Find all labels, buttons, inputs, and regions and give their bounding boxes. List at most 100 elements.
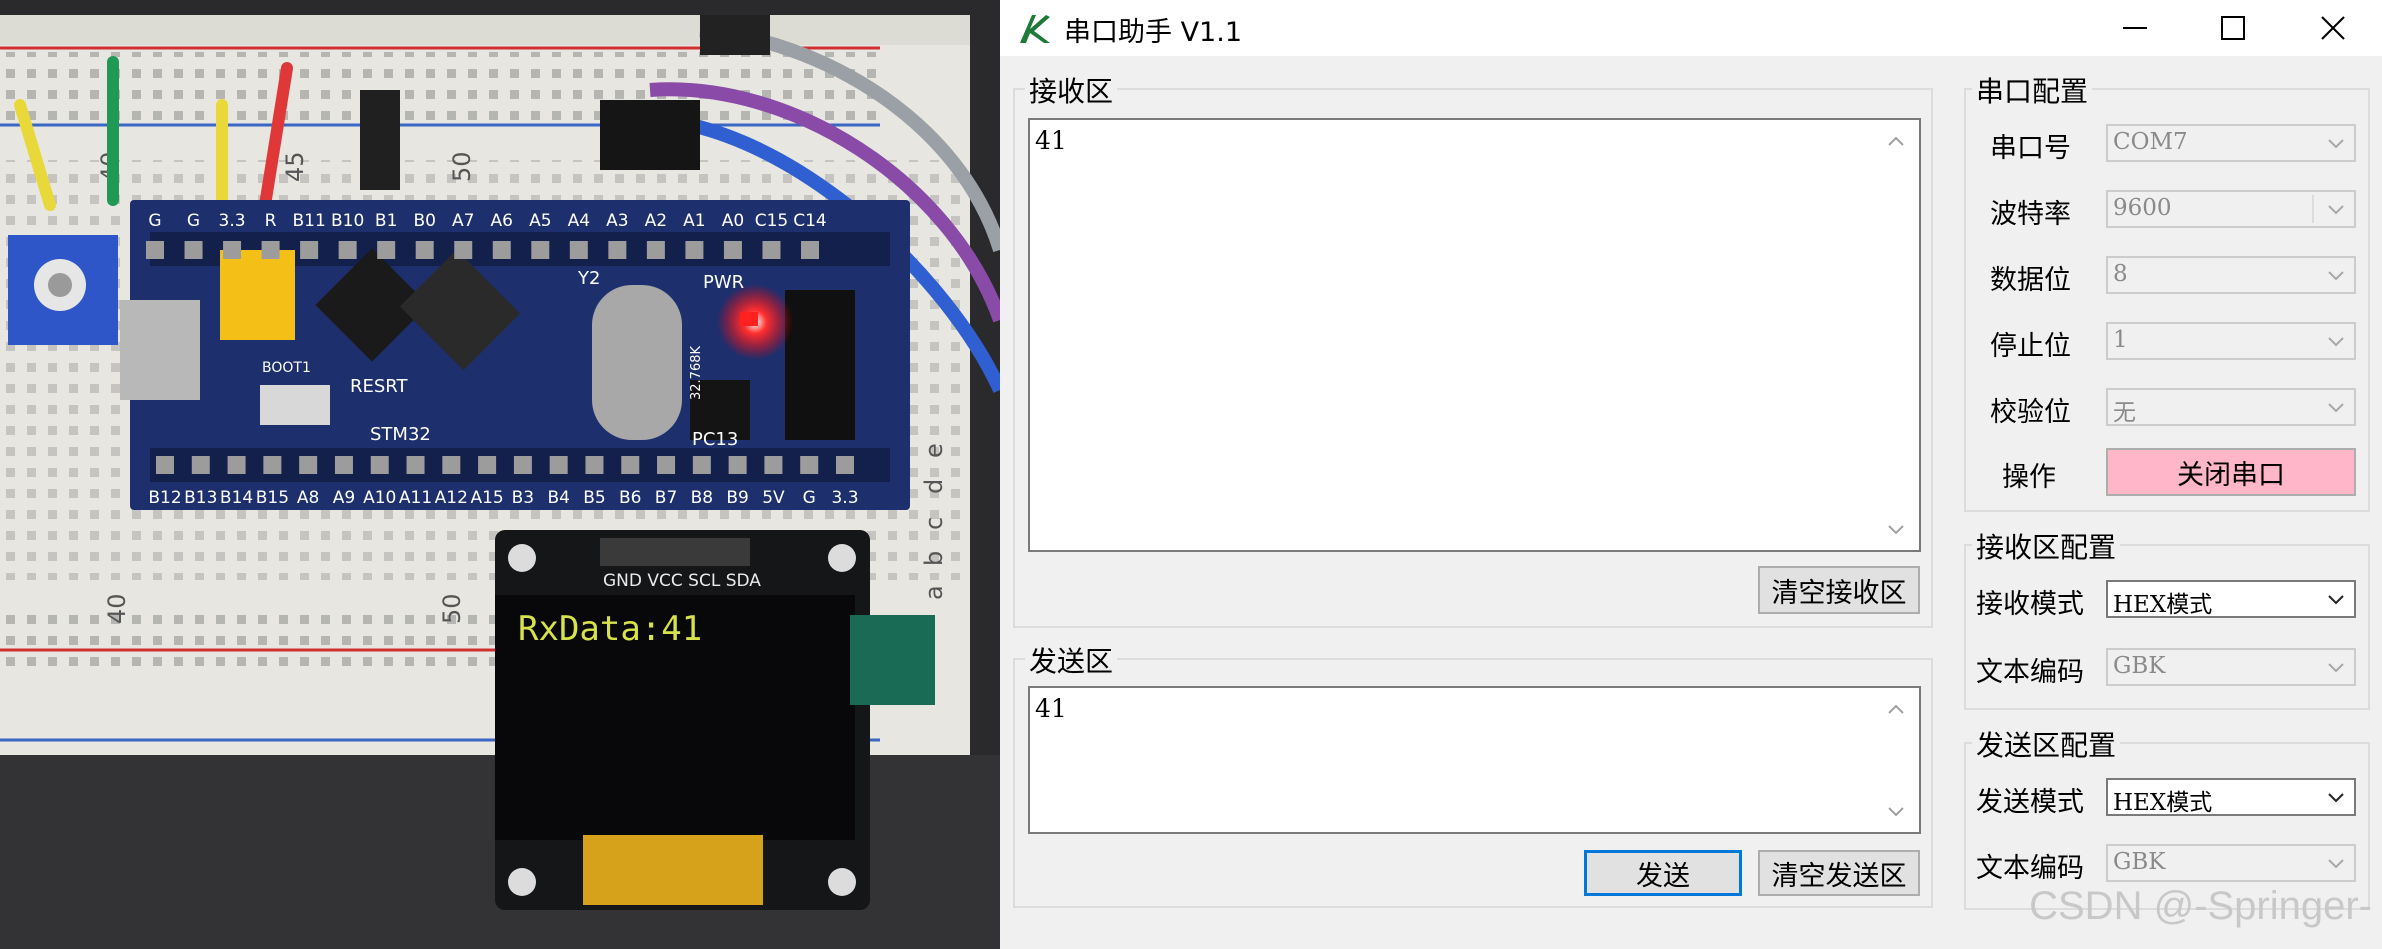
receive-textarea[interactable]: 41: [1028, 118, 1921, 552]
board-label-pwr: PWR: [703, 272, 744, 293]
breadboard-number-40-bottom: 40: [103, 593, 131, 624]
bottom-header-pin: [585, 456, 604, 474]
scroll-down-icon[interactable]: [1885, 518, 1907, 540]
scroll-up-icon[interactable]: [1885, 130, 1907, 152]
top-header-label: A6: [491, 211, 513, 231]
databits-label: 数据位: [1990, 265, 2071, 296]
close-port-button[interactable]: 关闭串口: [2106, 448, 2356, 496]
minimize-button[interactable]: [2085, 0, 2185, 56]
send-button[interactable]: 发送: [1584, 850, 1742, 896]
top-header-label: G: [187, 211, 200, 231]
top-header-pin: [184, 241, 203, 259]
baud-select[interactable]: 9600: [2106, 190, 2356, 228]
top-header-label: R: [265, 211, 277, 231]
bottom-header-label: A15: [470, 488, 503, 508]
bottom-header-pin: [692, 456, 711, 474]
top-header-pin: [685, 241, 704, 259]
bottom-header-label: A12: [435, 488, 468, 508]
bottom-header-pin: [621, 456, 640, 474]
bottom-header-pin: [406, 456, 425, 474]
chevron-down-icon: [2328, 595, 2344, 605]
tx-mode-select[interactable]: HEX模式: [2106, 778, 2356, 816]
bottom-header-label: A9: [333, 488, 355, 508]
combo-separator: [2312, 195, 2314, 223]
port-select[interactable]: COM7: [2106, 124, 2356, 162]
title-bar[interactable]: 串口助手 V1.1: [1000, 0, 2382, 56]
top-header-label: C14: [793, 211, 827, 231]
port-label: 串口号: [1990, 133, 2071, 164]
top-header-pin: [492, 241, 511, 259]
bottom-header-label: A11: [399, 488, 432, 508]
breadboard-number-50-top: 50: [448, 151, 476, 182]
parity-select[interactable]: 无: [2106, 388, 2356, 426]
parity-label: 校验位: [1990, 397, 2071, 428]
bottom-header-pin: [191, 456, 210, 474]
receive-content: 41: [1035, 126, 1067, 155]
close-button[interactable]: [2283, 0, 2382, 56]
bottom-header-pin: [370, 456, 389, 474]
top-header-label: A4: [568, 211, 590, 231]
databits-select[interactable]: 8: [2106, 256, 2356, 294]
rx-encoding-value: GBK: [2113, 653, 2166, 679]
top-header-pin: [223, 241, 242, 259]
top-header-label: A0: [722, 211, 744, 231]
watermark: CSDN @-Springer-: [2029, 884, 2372, 928]
breadboard-letter-b: b: [920, 551, 948, 566]
breadboard-letter-a: a: [920, 585, 948, 600]
chevron-down-icon: [2328, 337, 2344, 347]
breadboard-letter-c: c: [920, 517, 948, 530]
stopbits-value: 1: [2113, 327, 2128, 353]
bottom-header-pin: [657, 456, 676, 474]
clear-receive-button[interactable]: 清空接收区: [1758, 566, 1920, 614]
databits-value: 8: [2113, 261, 2128, 287]
hardware-photo: 40 45 50 40 50 a b c d e: [0, 0, 1000, 949]
bottom-header-pin: [227, 456, 246, 474]
rx-mode-select[interactable]: HEX模式: [2106, 580, 2356, 618]
top-header-label: G: [148, 211, 161, 231]
top-header-pin: [608, 241, 627, 259]
receive-group-label: 接收区: [1025, 70, 1118, 110]
tx-mode-value: HEX模式: [2113, 790, 2213, 816]
bottom-header-pin: [513, 456, 532, 474]
board-label-chip: STM32: [370, 424, 431, 445]
board-label-boot: BOOT1: [262, 360, 311, 376]
bottom-header-label: 5V: [762, 488, 785, 508]
tx-encoding-label: 文本编码: [1976, 853, 2084, 884]
scroll-down-icon[interactable]: [1885, 800, 1907, 822]
port-value: COM7: [2113, 129, 2188, 155]
bottom-header-pin: [299, 456, 318, 474]
stopbits-select[interactable]: 1: [2106, 322, 2356, 360]
top-header-pin: [338, 241, 357, 259]
serial-assistant-window: 串口助手 V1.1 接收区 41 清空接收区 发送区 41 发送 清空发送区 串…: [1000, 0, 2382, 949]
bottom-header-pin: [334, 456, 353, 474]
top-header-label: B11: [292, 211, 325, 231]
close-icon: [2321, 16, 2345, 40]
clear-send-button[interactable]: 清空发送区: [1758, 850, 1920, 896]
bottom-header-pin: [728, 456, 747, 474]
oled-display-text: RxData:41: [518, 609, 702, 649]
top-header-pin: [569, 241, 588, 259]
tx-encoding-select[interactable]: GBK: [2106, 844, 2356, 882]
bottom-header-pin: [836, 456, 854, 474]
rx-encoding-select[interactable]: GBK: [2106, 648, 2356, 686]
top-header-pin: [762, 241, 781, 259]
bottom-header-label: B6: [619, 488, 641, 508]
breadboard-number-45-top: 45: [281, 151, 309, 182]
top-header-label: 3.3: [219, 211, 246, 231]
top-header-pin: [146, 241, 164, 259]
scroll-up-icon[interactable]: [1885, 698, 1907, 720]
top-header-label: B0: [413, 211, 435, 231]
bottom-header-label: B14: [220, 488, 253, 508]
parity-value: 无: [2113, 400, 2136, 426]
bottom-header-label: A10: [363, 488, 396, 508]
top-header-label: A7: [452, 211, 474, 231]
top-header-pin: [801, 241, 819, 259]
bottom-header-pin: [764, 456, 783, 474]
chevron-down-icon: [2328, 403, 2344, 413]
board-label-crystal: 32.768K: [689, 346, 704, 400]
maximize-button[interactable]: [2183, 0, 2283, 56]
top-header-pin: [377, 241, 396, 259]
breadboard-letter-d: d: [920, 479, 948, 494]
send-textarea[interactable]: 41: [1028, 686, 1921, 834]
maximize-icon: [2221, 16, 2245, 40]
